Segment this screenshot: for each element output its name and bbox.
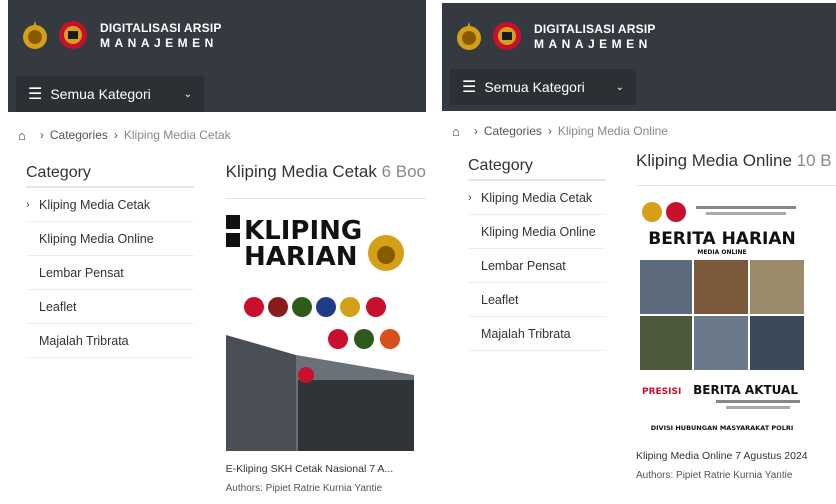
- page-title-text: Kliping Media Online: [636, 151, 792, 170]
- cover-presisi: PRESISI: [642, 387, 681, 397]
- sidebar-item-label: Lembar Pensat: [39, 265, 124, 280]
- site-header: DIGITALISASI ARSIP MANAJEMEN ☰ Semua Kat…: [8, 0, 426, 112]
- book-card[interactable]: BERITA HARIAN MEDIA ONLINE PRESISI BERIT…: [636, 198, 808, 481]
- brand-title: DIGITALISASI ARSIP: [534, 21, 656, 36]
- left-panel: DIGITALISASI ARSIP MANAJEMEN ☰ Semua Kat…: [8, 0, 426, 501]
- sidebar-item-majalah-tribrata[interactable]: Majalah Tribrata: [468, 317, 606, 351]
- category-sidebar: Category › Kliping Media Cetak Kliping M…: [26, 158, 194, 494]
- breadcrumb-separator-icon: ›: [473, 124, 478, 138]
- cover-subtitle: MEDIA ONLINE: [697, 249, 746, 256]
- sidebar-item-kliping-media-online[interactable]: Kliping Media Online: [26, 222, 194, 256]
- chevron-right-icon: ›: [26, 198, 30, 211]
- sidebar-item-label: Majalah Tribrata: [481, 326, 571, 341]
- sidebar-item-lembar-pensat[interactable]: Lembar Pensat: [26, 256, 194, 290]
- sidebar-item-majalah-tribrata[interactable]: Majalah Tribrata: [26, 324, 194, 358]
- division-emblem-icon: [56, 18, 90, 52]
- sidebar-item-label: Leaflet: [39, 299, 77, 314]
- sidebar-item-label: Majalah Tribrata: [39, 333, 129, 348]
- sidebar-item-label: Kliping Media Cetak: [481, 190, 593, 205]
- book-cover[interactable]: KLIPING HARIAN: [225, 215, 414, 451]
- page-title: Kliping Media Online 10 B: [636, 151, 836, 171]
- polri-emblem-icon: [18, 18, 52, 52]
- breadcrumb-current: Kliping Media Cetak: [123, 128, 231, 142]
- book-card[interactable]: KLIPING HARIAN E-Kliping SKH Cetak Nasio…: [225, 215, 414, 494]
- sidebar-item-leaflet[interactable]: Leaflet: [26, 290, 194, 324]
- cover-banner: BERITA AKTUAL: [693, 383, 798, 397]
- sidebar-item-kliping-media-cetak[interactable]: › Kliping Media Cetak: [26, 188, 194, 222]
- home-icon[interactable]: ⌂: [18, 128, 26, 143]
- chevron-down-icon: ⌄: [615, 81, 624, 93]
- item-count: 6 Boo: [381, 162, 426, 181]
- sidebar-item-label: Lembar Pensat: [481, 258, 566, 273]
- book-cover[interactable]: BERITA HARIAN MEDIA ONLINE PRESISI BERIT…: [636, 198, 808, 436]
- breadcrumb-separator-icon: ›: [113, 128, 118, 142]
- cover-title: BERITA HARIAN: [648, 229, 796, 249]
- site-header: DIGITALISASI ARSIP MANAJEMEN ☰ Semua Kat…: [442, 3, 836, 111]
- breadcrumb-separator-icon: ›: [547, 124, 552, 138]
- breadcrumb-categories[interactable]: Categories: [50, 128, 108, 142]
- page-title-text: Kliping Media Cetak: [225, 162, 377, 181]
- breadcrumb: ⌂ › Categories › Kliping Media Online: [442, 111, 836, 151]
- sidebar-item-leaflet[interactable]: Leaflet: [468, 283, 606, 317]
- sidebar-item-label: Kliping Media Online: [39, 231, 154, 246]
- sidebar-item-kliping-media-online[interactable]: Kliping Media Online: [468, 215, 606, 249]
- category-menu-button[interactable]: ☰ Semua Kategori ⌄: [450, 69, 636, 105]
- item-count: 10 B: [796, 151, 832, 170]
- sidebar-title: Category: [468, 151, 606, 181]
- brand[interactable]: DIGITALISASI ARSIP MANAJEMEN: [452, 19, 656, 53]
- home-icon[interactable]: ⌂: [452, 124, 460, 139]
- cover-title-line2: HARIAN: [244, 242, 357, 272]
- breadcrumb-categories[interactable]: Categories: [484, 124, 542, 138]
- brand-title: DIGITALISASI ARSIP: [100, 20, 222, 35]
- chevron-down-icon: ⌄: [183, 88, 192, 100]
- book-author: Authors: Pipiet Ratrie Kurnia Yantie: [225, 483, 383, 494]
- brand[interactable]: DIGITALISASI ARSIP MANAJEMEN: [18, 18, 222, 52]
- polri-emblem-icon: [452, 19, 486, 53]
- breadcrumb-separator-icon: ›: [39, 128, 44, 142]
- chevron-right-icon: ›: [468, 191, 472, 204]
- category-menu-label: Semua Kategori: [50, 86, 151, 102]
- brand-subtitle: MANAJEMEN: [534, 36, 652, 51]
- breadcrumb-current: Kliping Media Online: [557, 124, 668, 138]
- hamburger-icon: ☰: [28, 86, 43, 103]
- sidebar-item-label: Kliping Media Cetak: [39, 197, 151, 212]
- category-menu-label: Semua Kategori: [484, 79, 585, 95]
- main-content: Kliping Media Online 10 B BERITA HARIAN …: [636, 151, 836, 481]
- right-panel: DIGITALISASI ARSIP MANAJEMEN ☰ Semua Kat…: [442, 3, 836, 504]
- book-title[interactable]: Kliping Media Online 7 Agustus 2024: [636, 450, 808, 462]
- division-emblem-icon: [490, 19, 524, 53]
- book-author: Authors: Pipiet Ratrie Kurnia Yantie: [636, 470, 793, 481]
- cover-footer: DIVISI HUBUNGAN MASYARAKAT POLRI: [651, 424, 794, 432]
- category-sidebar: Category › Kliping Media Cetak Kliping M…: [468, 151, 606, 481]
- sidebar-item-label: Kliping Media Online: [481, 224, 596, 239]
- book-title[interactable]: E-Kliping SKH Cetak Nasional 7 A...: [226, 463, 414, 475]
- main-content: Kliping Media Cetak 6 Boo KLIPING HARIAN: [225, 158, 426, 494]
- hamburger-icon: ☰: [462, 79, 477, 96]
- title-divider: [225, 198, 426, 199]
- title-divider: [636, 185, 836, 186]
- sidebar-title: Category: [26, 158, 194, 188]
- category-menu-button[interactable]: ☰ Semua Kategori ⌄: [16, 76, 204, 112]
- page-title: Kliping Media Cetak 6 Boo: [226, 158, 426, 182]
- sidebar-item-lembar-pensat[interactable]: Lembar Pensat: [468, 249, 606, 283]
- breadcrumb: ⌂ › Categories › Kliping Media Cetak: [8, 112, 426, 158]
- sidebar-item-kliping-media-cetak[interactable]: › Kliping Media Cetak: [468, 181, 606, 215]
- sidebar-item-label: Leaflet: [481, 292, 519, 307]
- brand-subtitle: MANAJEMEN: [100, 35, 218, 50]
